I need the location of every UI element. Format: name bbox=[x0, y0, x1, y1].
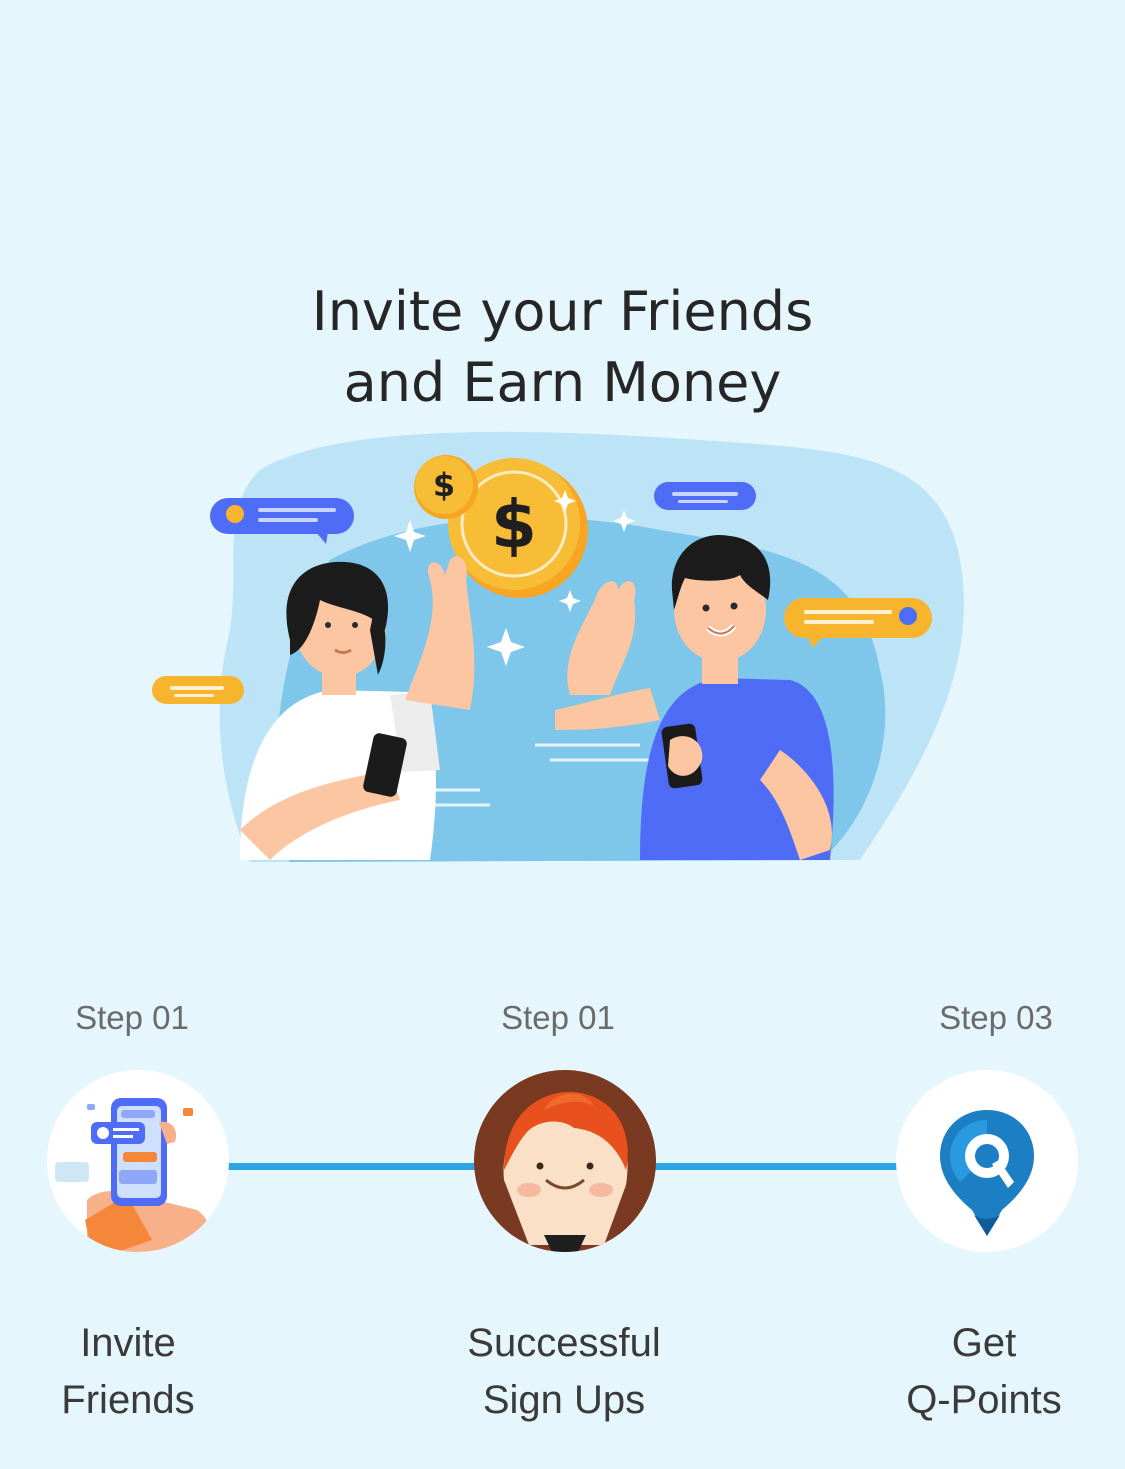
friends-high-five-illustration: $ $ bbox=[140, 410, 980, 880]
chat-bubble-yellow-left bbox=[152, 676, 244, 704]
small-coin-icon: $ bbox=[414, 455, 478, 519]
step-3-label: Step 03 bbox=[939, 999, 1053, 1036]
page-title-line-1: Invite your Friends bbox=[311, 280, 814, 343]
step-2-title: Successful Sign Ups bbox=[434, 1315, 694, 1429]
step-2-label: Step 01 bbox=[501, 999, 615, 1036]
q-points-pin-icon bbox=[896, 1070, 1078, 1252]
page-title-line-2: and Earn Money bbox=[343, 351, 782, 414]
coin-symbol: $ bbox=[491, 486, 537, 563]
svg-text:$: $ bbox=[433, 466, 455, 504]
phone-chat-icon bbox=[47, 1070, 229, 1252]
step-3-title-line-1: Get bbox=[951, 1321, 1017, 1365]
step-3-title: Get Q-Points bbox=[854, 1315, 1114, 1429]
step-connector-2 bbox=[652, 1163, 902, 1170]
step-2-title-line-1: Successful bbox=[467, 1321, 661, 1365]
step-connector-1 bbox=[226, 1163, 478, 1170]
step-1-label: Step 01 bbox=[75, 999, 189, 1036]
step-2-title-line-2: Sign Ups bbox=[482, 1378, 646, 1422]
step-3-title-line-2: Q-Points bbox=[906, 1378, 1062, 1422]
step-1-title-line-2: Friends bbox=[61, 1378, 195, 1422]
step-1-title: Invite Friends bbox=[0, 1315, 258, 1429]
smiling-avatar-icon bbox=[474, 1070, 656, 1252]
step-1-title-line-1: Invite bbox=[80, 1321, 176, 1365]
chat-bubble-blue-right bbox=[654, 482, 756, 510]
